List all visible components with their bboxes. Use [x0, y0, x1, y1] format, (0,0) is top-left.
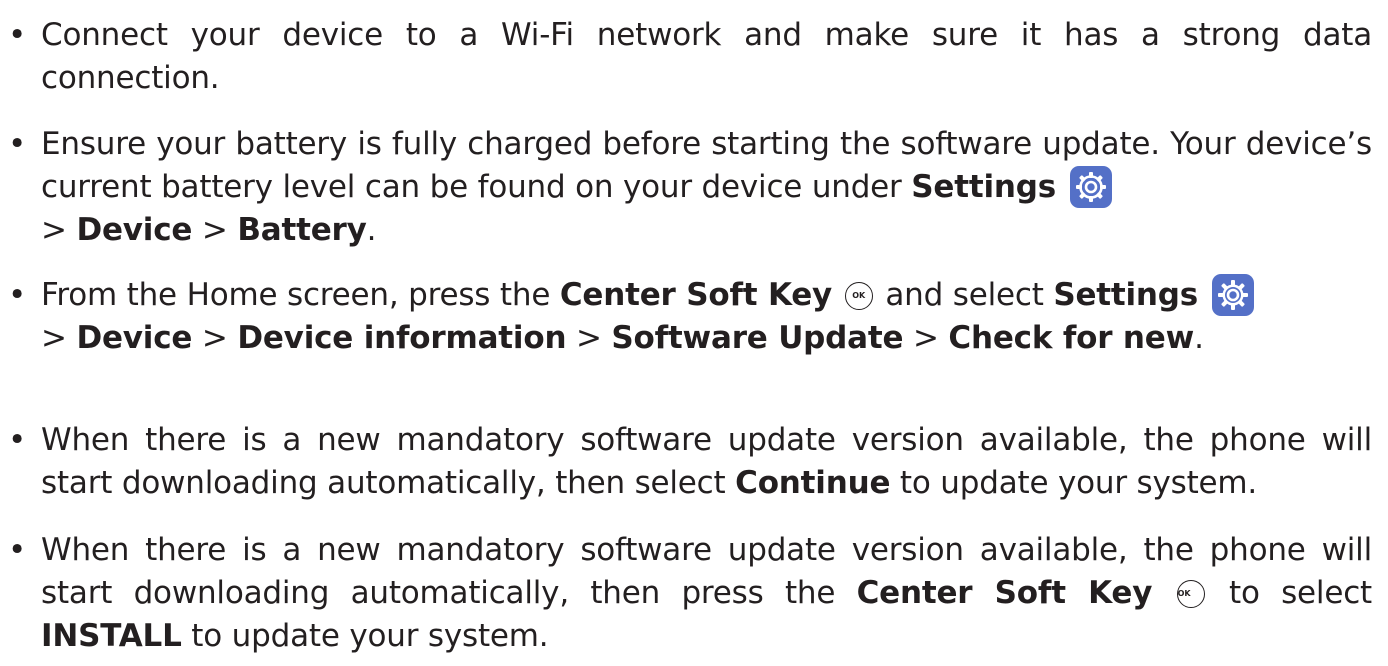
menu-path-settings: Settings — [911, 169, 1056, 205]
period: . — [366, 212, 377, 248]
action-install: INSTALL — [41, 618, 182, 654]
key-center-soft-key: Center Soft Key — [559, 277, 833, 313]
settings-gear-icon — [1211, 274, 1254, 316]
separator: > — [41, 212, 77, 248]
menu-path-check-for-new: Check for new — [948, 320, 1195, 356]
bullet: • — [8, 17, 27, 53]
item-text: and select — [875, 277, 1054, 313]
list-item: • Connect your device to a Wi-Fi network… — [0, 14, 1372, 100]
menu-path-device-information: Device information — [237, 320, 567, 356]
separator: > — [566, 320, 612, 356]
list-item: • From the Home screen, press the Center… — [0, 274, 1372, 360]
menu-path-device: Device — [76, 212, 193, 248]
action-continue: Continue — [735, 465, 891, 501]
ok-key-icon: OK — [844, 282, 873, 310]
menu-path-settings: Settings — [1053, 277, 1199, 313]
separator: > — [903, 320, 949, 356]
list-item: • When there is a new mandatory software… — [0, 419, 1372, 505]
separator: > — [41, 320, 77, 356]
menu-path-battery: Battery — [237, 212, 367, 248]
key-center-soft-key: Center Soft Key — [856, 575, 1153, 611]
item-text: Ensure your battery is fully charged bef… — [41, 126, 1372, 205]
period: . — [1194, 320, 1204, 356]
list-item: • When there is a new mandatory software… — [0, 529, 1372, 658]
item-text: From the Home screen, press the — [41, 277, 560, 313]
menu-path-software-update: Software Update — [611, 320, 904, 356]
separator: > — [192, 320, 238, 356]
bullet: • — [8, 126, 27, 162]
settings-gear-icon — [1069, 166, 1112, 208]
ok-key-icon: OK — [1176, 580, 1205, 608]
item-text: to select — [1207, 575, 1373, 611]
bullet: • — [8, 532, 27, 568]
list-item: • Ensure your battery is fully charged b… — [0, 123, 1372, 252]
bullet: • — [8, 277, 27, 313]
separator: > — [192, 212, 238, 248]
item-text: to update your system. — [181, 618, 549, 654]
item-text: to update your system. — [890, 465, 1258, 501]
item-text: Connect your device to a Wi-Fi network a… — [41, 17, 1372, 96]
item-text: When there is a new mandatory software u… — [41, 532, 1372, 611]
bullet: • — [8, 422, 27, 458]
menu-path-device: Device — [76, 320, 193, 356]
